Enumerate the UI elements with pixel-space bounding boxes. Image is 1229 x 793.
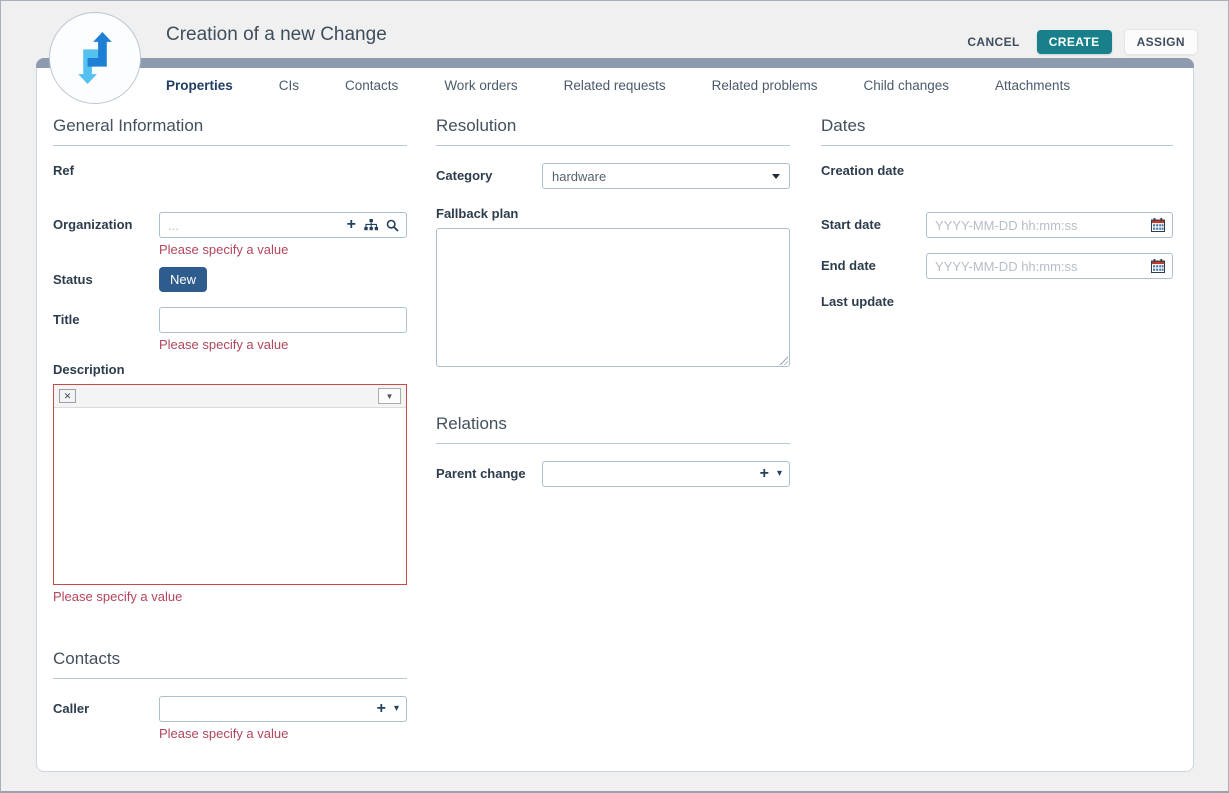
- tab-bar: Properties CIs Contacts Work orders Rela…: [36, 69, 1194, 101]
- category-selected-value: hardware: [552, 169, 606, 184]
- card-top-bar: [36, 58, 1194, 68]
- creation-date-label: Creation date: [821, 163, 926, 178]
- field-parent-change: Parent change + ▾: [436, 461, 790, 487]
- field-end-date: End date: [821, 253, 1173, 279]
- category-select[interactable]: hardware: [542, 163, 790, 189]
- field-last-update: Last update: [821, 294, 1173, 330]
- status-badge: New: [159, 267, 207, 292]
- create-button[interactable]: CREATE: [1037, 30, 1112, 54]
- end-date-label: End date: [821, 253, 926, 273]
- description-label: Description: [53, 362, 407, 377]
- start-date-label: Start date: [821, 212, 926, 232]
- fallback-plan-textarea[interactable]: [436, 228, 790, 367]
- caller-label: Caller: [53, 696, 159, 716]
- field-status: Status New: [53, 267, 407, 292]
- caller-input[interactable]: [159, 696, 407, 722]
- organization-label: Organization: [53, 212, 159, 232]
- field-organization: Organization +: [53, 212, 407, 238]
- page-title: Creation of a new Change: [166, 24, 387, 46]
- section-title-general: General Information: [53, 116, 407, 146]
- tab-work-orders[interactable]: Work orders: [444, 78, 517, 93]
- field-caller: Caller + ▾: [53, 696, 407, 722]
- header-actions: CANCEL CREATE ASSIGN: [963, 30, 1197, 54]
- field-title: Title: [53, 307, 407, 333]
- caller-dropdown-icon[interactable]: ▾: [394, 704, 399, 714]
- tab-contacts[interactable]: Contacts: [345, 78, 398, 93]
- title-error: Please specify a value: [159, 337, 407, 352]
- tab-related-requests[interactable]: Related requests: [564, 78, 666, 93]
- add-parent-change-icon[interactable]: +: [760, 466, 769, 482]
- section-title-resolution: Resolution: [436, 116, 790, 146]
- end-date-input[interactable]: [926, 253, 1173, 279]
- hierarchy-icon[interactable]: [364, 219, 378, 231]
- change-class-icon: [49, 12, 141, 104]
- description-editor[interactable]: ✕ ▼: [53, 384, 407, 585]
- fallback-plan-label: Fallback plan: [436, 206, 790, 221]
- column-general: General Information Ref Organization +: [53, 116, 407, 751]
- parent-change-icons: + ▾: [760, 461, 782, 487]
- search-icon[interactable]: [386, 219, 399, 232]
- start-date-input[interactable]: [926, 212, 1173, 238]
- section-title-relations: Relations: [436, 414, 790, 444]
- parent-change-input[interactable]: [542, 461, 790, 487]
- tab-cis[interactable]: CIs: [279, 78, 299, 93]
- calendar-icon[interactable]: [1151, 218, 1165, 232]
- end-date-icons: [1151, 253, 1165, 279]
- section-title-contacts: Contacts: [53, 649, 407, 679]
- tab-child-changes[interactable]: Child changes: [863, 78, 949, 93]
- last-update-label: Last update: [821, 294, 926, 309]
- calendar-icon[interactable]: [1151, 259, 1165, 273]
- field-creation-date: Creation date: [821, 163, 1173, 199]
- tab-attachments[interactable]: Attachments: [995, 78, 1070, 93]
- broken-image-icon[interactable]: ✕: [59, 389, 76, 403]
- change-arrows-icon: [64, 27, 126, 89]
- tab-properties[interactable]: Properties: [166, 78, 233, 93]
- add-caller-icon[interactable]: +: [377, 701, 386, 717]
- organization-icons: +: [347, 212, 399, 238]
- start-date-icons: [1151, 212, 1165, 238]
- change-creation-page: Creation of a new Change CANCEL CREATE A…: [0, 0, 1229, 793]
- description-editor-toolbar: ✕ ▼: [54, 385, 406, 408]
- title-label: Title: [53, 307, 159, 327]
- field-category: Category hardware: [436, 163, 790, 189]
- column-dates: Dates Creation date Start date: [821, 116, 1173, 343]
- fallback-plan-wrap: [436, 228, 790, 367]
- caller-error: Please specify a value: [159, 726, 407, 741]
- description-error: Please specify a value: [53, 589, 407, 604]
- cancel-button[interactable]: CANCEL: [963, 30, 1023, 54]
- organization-error: Please specify a value: [159, 242, 407, 257]
- caller-icons: + ▾: [377, 696, 399, 722]
- parent-change-dropdown-icon[interactable]: ▾: [777, 469, 782, 479]
- tab-related-problems[interactable]: Related problems: [712, 78, 818, 93]
- field-ref: Ref: [53, 163, 407, 199]
- column-resolution: Resolution Category hardware Fallback pl…: [436, 116, 790, 500]
- add-organization-icon[interactable]: +: [347, 217, 356, 233]
- field-start-date: Start date: [821, 212, 1173, 238]
- description-editor-body[interactable]: [54, 408, 406, 584]
- section-title-dates: Dates: [821, 116, 1173, 146]
- title-input[interactable]: [159, 307, 407, 333]
- category-caret-icon: [772, 174, 780, 179]
- category-label: Category: [436, 163, 542, 183]
- assign-button[interactable]: ASSIGN: [1125, 30, 1197, 54]
- status-label: Status: [53, 267, 159, 287]
- toolbar-dropdown-icon[interactable]: ▼: [378, 388, 401, 404]
- parent-change-label: Parent change: [436, 461, 542, 481]
- ref-label: Ref: [53, 163, 159, 178]
